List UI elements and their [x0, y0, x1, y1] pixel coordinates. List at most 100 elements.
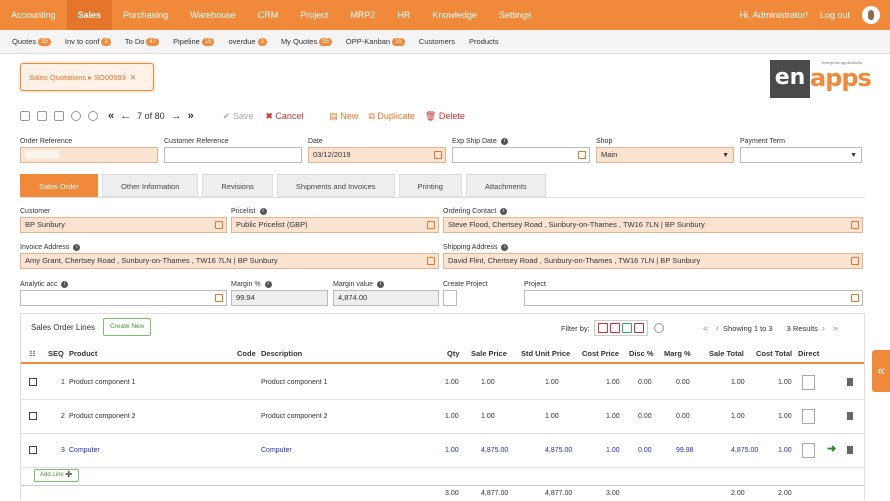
create-new-button[interactable]: Create New [103, 318, 152, 336]
info-icon[interactable]: i [259, 208, 267, 215]
logout-link[interactable]: Log out [814, 10, 856, 20]
nav-knowledge[interactable]: Knowledge [421, 0, 488, 30]
ordering-contact-input[interactable]: Steve Flood, Chertsey Road , Sunbury-on-… [443, 217, 863, 233]
exp-ship-date-input[interactable] [452, 147, 590, 163]
col-code[interactable]: Code [237, 349, 256, 358]
info-icon[interactable]: i [377, 281, 385, 288]
col-marg[interactable]: Marg % [664, 349, 691, 358]
prev-page-icon[interactable]: ‹ [716, 323, 719, 333]
tab-other-information[interactable]: Other Information [102, 174, 199, 197]
cancel-button[interactable]: ✖ Cancel [265, 111, 303, 122]
breadcrumb[interactable]: Sales Quotations ▸ SO00593 ✕ [20, 63, 154, 91]
shipping-address-input[interactable]: David Flint, Chertsey Road , Sunbury-on-… [443, 253, 863, 269]
col-direct[interactable]: Direct [798, 349, 819, 358]
nav-mrp2[interactable]: MRP2 [339, 0, 386, 30]
nav-sales[interactable]: Sales [66, 0, 113, 30]
info-icon[interactable]: i [500, 138, 508, 145]
payment-term-select[interactable]: ▼ [740, 147, 862, 163]
subnav-quotes[interactable]: Quotes 35 [12, 37, 51, 46]
grid-menu-icon[interactable]: ☷ [29, 349, 36, 358]
filter-s2-icon[interactable] [621, 323, 632, 333]
filter-doc-icon[interactable] [633, 323, 644, 333]
create-project-checkbox[interactable] [443, 290, 457, 306]
analytic-acc-input[interactable] [20, 290, 227, 306]
trash-icon[interactable] [847, 378, 853, 386]
col-qty[interactable]: Qty [447, 349, 460, 358]
first-record-icon[interactable]: « [108, 110, 114, 122]
open-record-icon[interactable] [427, 221, 435, 229]
table-row[interactable]: 3 Computer Computer 1.00 4,875.00 4,875.00 1.0… [21, 434, 864, 468]
nav-purchasing[interactable]: Purchasing [112, 0, 179, 30]
subnav-overdue[interactable]: overdue 2 [228, 37, 267, 46]
last-record-icon[interactable]: » [188, 110, 194, 122]
settings-icon[interactable] [653, 323, 664, 333]
last-page-icon[interactable]: » [833, 323, 838, 333]
next-record-icon[interactable]: → [171, 110, 182, 122]
form-view-icon[interactable] [37, 111, 47, 121]
customer-input[interactable]: BP Sunbury [20, 217, 227, 233]
subnav-inv-to-conf[interactable]: Inv to conf 3 [65, 37, 111, 46]
nav-project[interactable]: Project [289, 0, 339, 30]
trash-icon[interactable] [847, 412, 853, 420]
col-cost-price[interactable]: Cost Price [582, 349, 619, 358]
nav-warehouse[interactable]: Warehouse [179, 0, 247, 30]
col-product[interactable]: Product [69, 349, 97, 358]
avatar[interactable] [862, 6, 880, 24]
arrow-right-icon[interactable]: ➜ [827, 442, 836, 455]
filter-cart-icon[interactable] [609, 323, 620, 333]
subnav-my-quotes[interactable]: My Quotes 35 [281, 37, 332, 46]
col-std-unit-price[interactable]: Std Unit Price [521, 349, 570, 358]
direct-checkbox[interactable] [802, 409, 815, 424]
trash-icon[interactable] [847, 446, 853, 454]
invoice-address-input[interactable]: Amy Grant, Chertsey Road , Sunbury-on-Th… [20, 253, 439, 269]
chart-icon[interactable] [71, 111, 81, 121]
customer-reference-input[interactable] [164, 147, 302, 163]
col-sale-total[interactable]: Sale Total [709, 349, 744, 358]
tab-attachments[interactable]: Attachments [465, 174, 546, 197]
edit-icon[interactable] [29, 412, 37, 420]
subnav-products[interactable]: Products [469, 37, 499, 46]
tab-revisions[interactable]: Revisions [202, 174, 273, 197]
info-icon[interactable]: i [73, 244, 81, 251]
col-description[interactable]: Description [261, 349, 302, 358]
add-line-button[interactable]: Add Line ➕ [34, 469, 79, 482]
order-reference-input[interactable]: SO00593 [20, 147, 158, 163]
direct-checkbox[interactable] [802, 375, 815, 390]
prev-record-icon[interactable]: ← [120, 110, 131, 122]
table-row[interactable]: 2 Product component 2 Product component 2 1… [21, 400, 864, 434]
tab-sales-order[interactable]: Sales Order [20, 174, 99, 197]
next-page-icon[interactable]: › [822, 323, 825, 333]
direct-checkbox[interactable] [802, 443, 815, 458]
calendar-icon[interactable] [434, 151, 442, 159]
open-record-icon[interactable] [851, 294, 859, 302]
subnav-to-do[interactable]: To Do 47 [125, 37, 160, 46]
col-cost-total[interactable]: Cost Total [756, 349, 792, 358]
edit-icon[interactable] [29, 378, 37, 386]
col-sale-price[interactable]: Sale Price [471, 349, 507, 358]
open-record-icon[interactable] [851, 221, 859, 229]
edit-icon[interactable] [29, 446, 37, 454]
info-icon[interactable]: i [61, 281, 69, 288]
table-row[interactable]: 1 Product component 1 Product component 1 1… [21, 366, 864, 400]
open-record-icon[interactable] [427, 257, 435, 265]
project-input[interactable] [524, 290, 863, 306]
side-panel-toggle[interactable]: « [872, 350, 890, 392]
filter-s-icon[interactable] [597, 323, 608, 333]
shop-select[interactable]: Main ▼ [596, 147, 734, 163]
tab-shipments-and-invoices[interactable]: Shipments and Invoices [276, 174, 395, 197]
subnav-opp-kanban[interactable]: OPP-Kanban 15 [346, 37, 405, 46]
calendar-icon[interactable] [578, 151, 586, 159]
first-page-icon[interactable]: « [703, 323, 708, 333]
tab-printing[interactable]: Printing [398, 174, 462, 197]
new-button[interactable]: ▤ New [329, 111, 358, 122]
nav-hr[interactable]: HR [386, 0, 421, 30]
col-disc[interactable]: Disc % [629, 349, 654, 358]
duplicate-button[interactable]: ⧉ Duplicate [368, 111, 414, 122]
open-record-icon[interactable] [851, 257, 859, 265]
nav-crm[interactable]: CRM [247, 0, 290, 30]
info-icon[interactable]: i [264, 281, 272, 288]
subnav-customers[interactable]: Customers [419, 37, 455, 46]
nav-settings[interactable]: Settings [488, 0, 543, 30]
open-record-icon[interactable] [215, 221, 223, 229]
info-icon[interactable]: i [500, 208, 508, 215]
